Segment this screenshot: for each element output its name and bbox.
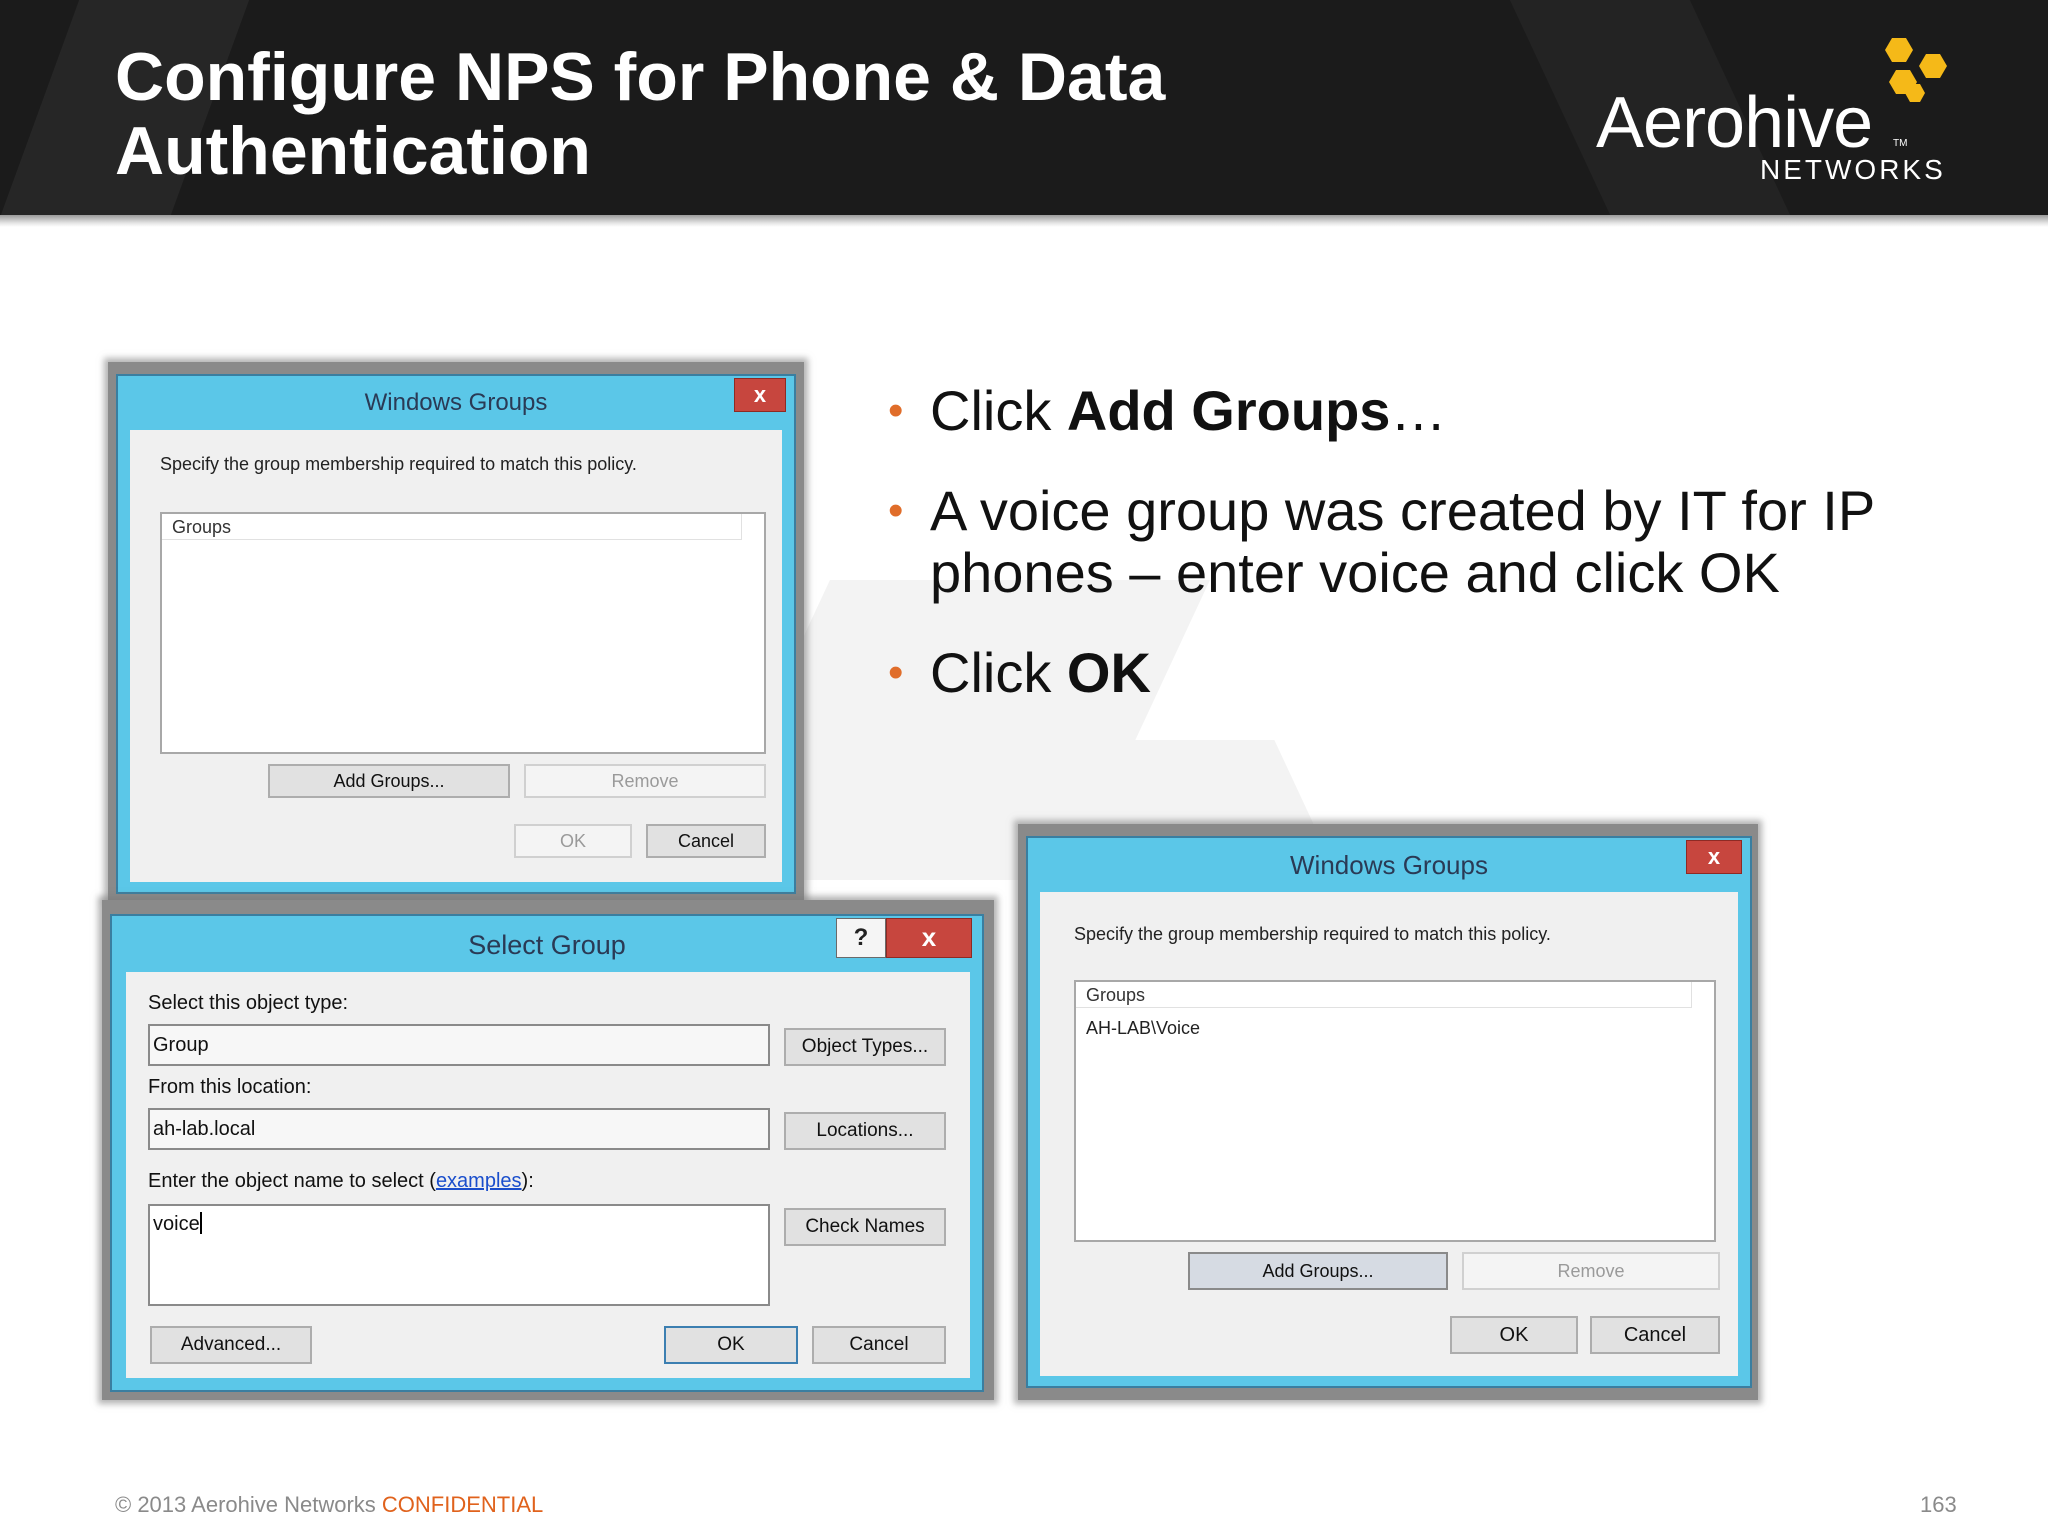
close-button[interactable]: x <box>886 918 972 958</box>
select-group-dialog: Select Group ? x Select this object type… <box>110 914 984 1392</box>
object-name-input[interactable]: voice <box>148 1204 770 1306</box>
bullet-dot-icon: • <box>888 386 904 435</box>
dialog-body: Select this object type: Group Object Ty… <box>126 972 970 1378</box>
location-field[interactable]: ah-lab.local <box>148 1108 770 1150</box>
text-caret <box>199 1212 202 1234</box>
windows-groups-dialog-empty: Windows Groups x Specify the group membe… <box>116 374 796 894</box>
windows-groups-dialog-filled: Windows Groups x Specify the group membe… <box>1026 836 1752 1388</box>
ok-button[interactable]: OK <box>514 824 632 858</box>
cancel-button[interactable]: Cancel <box>646 824 766 858</box>
dialog-description: Specify the group membership required to… <box>1074 924 1551 944</box>
ok-button[interactable]: OK <box>1450 1316 1578 1354</box>
help-button[interactable]: ? <box>836 918 886 958</box>
cancel-button[interactable]: Cancel <box>1590 1316 1720 1354</box>
examples-link[interactable]: examples <box>436 1170 522 1192</box>
confidential-label: CONFIDENTIAL <box>381 1492 544 1517</box>
bullet-dot-icon: • <box>888 486 904 535</box>
dialog-body: Specify the group membership required to… <box>130 430 782 882</box>
enter-object-name-label: Enter the object name to select (example… <box>148 1170 534 1192</box>
logo-subtitle: NETWORKS <box>1760 154 1946 185</box>
dialog-body: Specify the group membership required to… <box>1040 892 1738 1376</box>
dialog-title: Windows Groups <box>364 389 548 416</box>
object-type-field[interactable]: Group <box>148 1024 770 1066</box>
bullet-dot-icon: • <box>888 648 904 697</box>
slide-title: Configure NPS for Phone & Data Authentic… <box>115 40 1415 188</box>
dialog-description: Specify the group membership required to… <box>160 454 637 474</box>
advanced-button[interactable]: Advanced... <box>150 1326 312 1364</box>
cancel-button[interactable]: Cancel <box>812 1326 946 1364</box>
page-number: 163 <box>1920 1492 1957 1517</box>
slide-title-line1: Configure NPS for Phone & Data <box>115 39 1166 115</box>
footer-copyright: © 2013 Aerohive Networks CONFIDENTIAL <box>115 1492 544 1517</box>
groups-listbox[interactable]: Groups <box>160 512 766 754</box>
remove-button[interactable]: Remove <box>524 764 766 798</box>
bullet-item: • A voice group was created by IT for IP… <box>888 479 1875 604</box>
groups-column-header[interactable]: Groups <box>1076 982 1692 1008</box>
add-groups-button[interactable]: Add Groups... <box>268 764 510 798</box>
bullet-list: • Click Add Groups… • A voice group was … <box>888 380 2008 742</box>
location-label: From this location: <box>148 1076 312 1098</box>
dialog-title: Windows Groups <box>1290 850 1488 880</box>
add-groups-button[interactable]: Add Groups... <box>1188 1252 1448 1290</box>
close-button[interactable]: x <box>1686 840 1742 874</box>
groups-listbox[interactable]: Groups AH-LAB\Voice <box>1074 980 1716 1242</box>
ok-button[interactable]: OK <box>664 1326 798 1364</box>
groups-column-header[interactable]: Groups <box>162 514 742 540</box>
header-divider <box>0 215 2048 227</box>
logo-trademark: TM <box>1893 138 1908 149</box>
remove-button[interactable]: Remove <box>1462 1252 1720 1290</box>
bullet-item: • Click OK <box>888 641 1151 704</box>
list-item[interactable]: AH-LAB\Voice <box>1086 1018 1200 1039</box>
object-types-button[interactable]: Object Types... <box>784 1028 946 1066</box>
aerohive-hexagon-icon <box>1885 38 1947 102</box>
object-type-label: Select this object type: <box>148 992 349 1014</box>
locations-button[interactable]: Locations... <box>784 1112 946 1150</box>
bullet-item: • Click Add Groups… <box>888 379 1447 442</box>
close-button[interactable]: x <box>734 378 786 412</box>
check-names-button[interactable]: Check Names <box>784 1208 946 1246</box>
slide-title-line2: Authentication <box>115 113 591 189</box>
